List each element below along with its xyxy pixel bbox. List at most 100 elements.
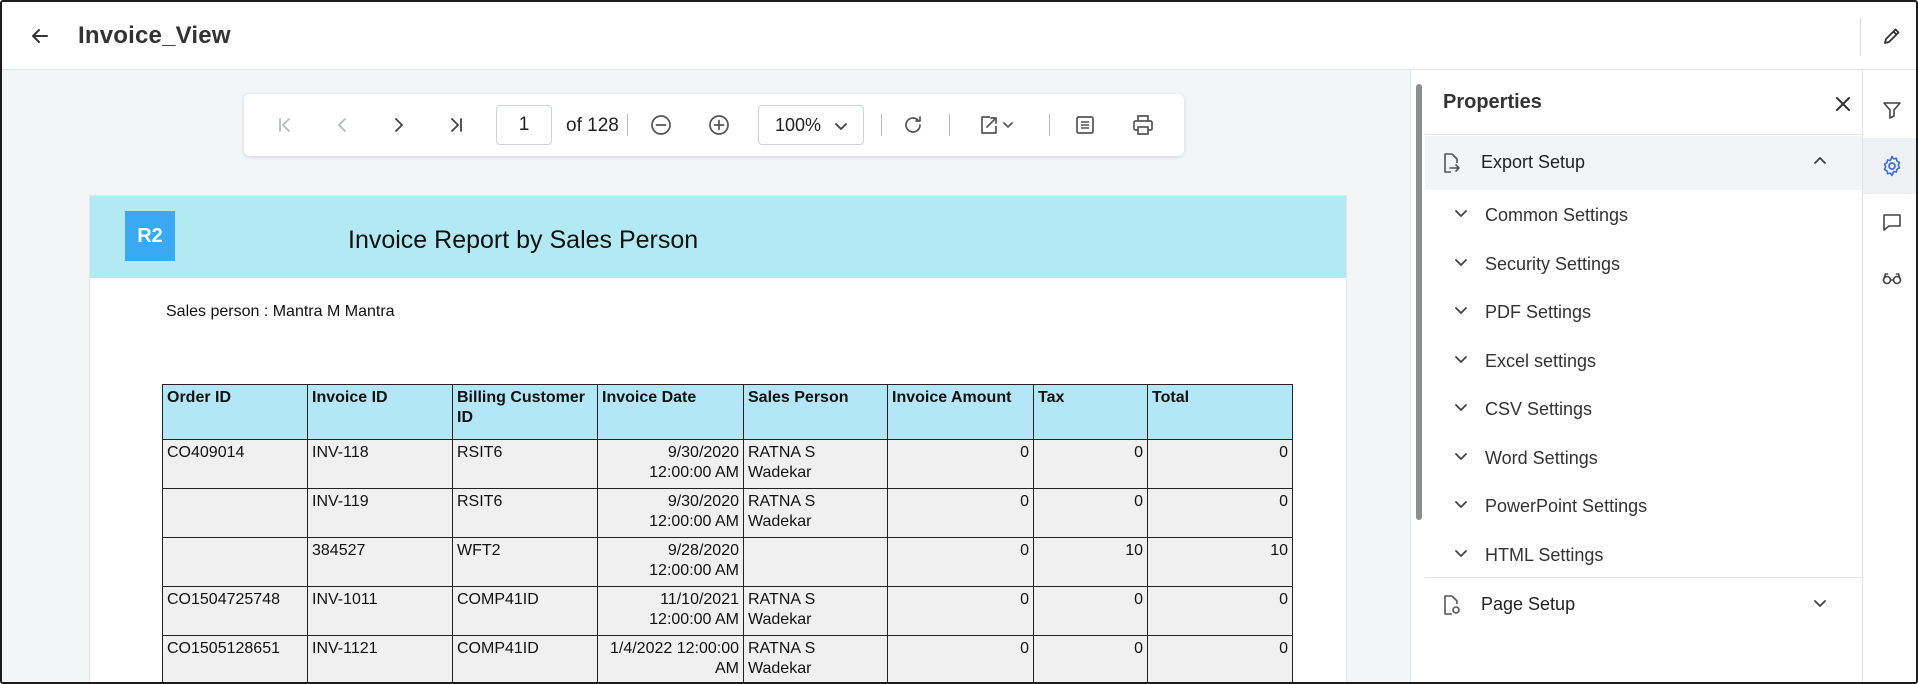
header-divider: [1860, 18, 1861, 56]
invoice-amount-cell: 0: [887, 586, 1034, 636]
invoice-table: Order ID Invoice ID Billing Customer ID …: [162, 384, 1293, 682]
filter-icon: [1883, 102, 1901, 119]
toolbar-separator: [949, 114, 950, 136]
zoom-in-icon: [709, 115, 729, 135]
invoice-id-cell: INV-1121: [307, 635, 453, 682]
page-total-label: of 128: [566, 115, 619, 136]
chevron-down-icon: [1003, 122, 1013, 128]
total-cell: 0: [1147, 586, 1293, 636]
panel-divider: [1425, 134, 1863, 135]
report-logo: R2: [125, 211, 175, 261]
customer-id-cell: COMP41ID: [452, 635, 598, 682]
chevron-down-icon: [1455, 501, 1467, 508]
page-number-input[interactable]: [496, 105, 552, 145]
chevron-down-icon: [1455, 307, 1467, 314]
back-button[interactable]: [26, 22, 54, 50]
chevron-up-icon: [1814, 157, 1826, 164]
tax-cell: 0: [1033, 635, 1148, 682]
setting-label: Excel settings: [1485, 351, 1597, 371]
security-settings-item[interactable]: Security Settings: [1425, 242, 1863, 286]
table-row: CO409014 INV-118 RSIT6 9/30/2020 12:00:0…: [162, 439, 1293, 489]
chevron-down-icon: [1455, 404, 1467, 411]
export-dropdown-button[interactable]: [972, 110, 1020, 140]
common-settings-item[interactable]: Common Settings: [1425, 193, 1863, 237]
chevron-down-icon: [1455, 210, 1467, 217]
zoom-out-button[interactable]: [646, 110, 676, 140]
setting-label: Security Settings: [1485, 254, 1621, 274]
last-page-icon: [451, 118, 462, 132]
prev-page-button[interactable]: [327, 110, 357, 140]
word-settings-item[interactable]: Word Settings: [1425, 436, 1863, 480]
filter-button[interactable]: [1863, 82, 1916, 138]
customer-id-cell: COMP41ID: [452, 586, 598, 636]
invoice-date-cell: 1/4/2022 12:00:00 AM: [597, 635, 744, 682]
zoom-in-button[interactable]: [704, 110, 734, 140]
app-header: Invoice_View: [2, 2, 1916, 70]
customer-id-cell: RSIT6: [452, 488, 598, 538]
gear-icon: [1883, 155, 1901, 177]
setting-label: Word Settings: [1485, 448, 1598, 468]
total-cell: 0: [1147, 439, 1293, 489]
tax-cell: 0: [1033, 586, 1148, 636]
toolbar-separator: [881, 114, 882, 136]
page-title: Invoice_View: [78, 22, 231, 49]
invoice-id-cell: INV-1011: [307, 586, 453, 636]
page-setup-label: Page Setup: [1481, 594, 1576, 614]
customer-id-cell: RSIT6: [452, 439, 598, 489]
zoom-select[interactable]: 100%: [758, 105, 864, 145]
sales-person-cell: RATNA S Wadekar: [743, 586, 888, 636]
first-page-button[interactable]: [270, 110, 300, 140]
order-id-cell: CO409014: [162, 439, 308, 489]
print-icon: [1133, 115, 1153, 135]
tax-cell: 10: [1033, 537, 1148, 587]
csv-settings-item[interactable]: CSV Settings: [1425, 387, 1863, 431]
sales-person-cell: [743, 537, 888, 587]
chevron-down-icon: [1455, 453, 1467, 460]
comments-button[interactable]: [1863, 194, 1916, 250]
setting-label: Common Settings: [1485, 205, 1629, 225]
chevron-down-icon: [1455, 356, 1467, 363]
print-button[interactable]: [1128, 110, 1158, 140]
column-header: Order ID: [162, 384, 308, 440]
customer-id-cell: WFT2: [452, 537, 598, 587]
refresh-button[interactable]: [898, 110, 928, 140]
invoice-date-cell: 9/30/2020 12:00:00 AM: [597, 439, 744, 489]
chevron-down-icon: [835, 123, 847, 130]
pdf-settings-item[interactable]: PDF Settings: [1425, 290, 1863, 334]
preview-button[interactable]: [1863, 250, 1916, 306]
column-header: Tax: [1033, 384, 1148, 440]
edit-button[interactable]: [1878, 22, 1906, 50]
glasses-icon: [1882, 273, 1902, 285]
invoice-amount-cell: 0: [887, 488, 1034, 538]
column-header: Total: [1147, 384, 1293, 440]
document-view-button[interactable]: [1070, 110, 1100, 140]
report-page: R2 Invoice Report by Sales Person Sales …: [90, 196, 1346, 682]
tax-cell: 0: [1033, 439, 1148, 489]
close-panel-button[interactable]: [1829, 90, 1857, 118]
toolbar-separator: [627, 114, 628, 136]
panel-scrollbar[interactable]: [1416, 84, 1422, 520]
page-setup-section[interactable]: Page Setup: [1425, 578, 1863, 632]
invoice-date-cell: 9/28/2020 12:00:00 AM: [597, 537, 744, 587]
export-setup-section[interactable]: Export Setup: [1425, 136, 1863, 190]
zoom-value: 100%: [775, 114, 822, 135]
excel-settings-item[interactable]: Excel settings: [1425, 339, 1863, 383]
table-row: CO1505128651 INV-1121 COMP41ID 1/4/2022 …: [162, 635, 1293, 682]
column-header: Invoice Date: [597, 384, 744, 440]
powerpoint-settings-item[interactable]: PowerPoint Settings: [1425, 484, 1863, 528]
order-id-cell: [162, 488, 308, 538]
last-page-button[interactable]: [441, 110, 471, 140]
table-row: 384527 WFT2 9/28/2020 12:00:00 AM 0 10 1…: [162, 537, 1293, 587]
tax-cell: 0: [1033, 488, 1148, 538]
html-settings-item[interactable]: HTML Settings: [1425, 533, 1863, 577]
invoice-id-cell: INV-119: [307, 488, 453, 538]
next-page-button[interactable]: [384, 110, 414, 140]
report-title: Invoice Report by Sales Person: [348, 226, 699, 254]
right-tool-rail: [1862, 70, 1916, 682]
total-cell: 0: [1147, 488, 1293, 538]
invoice-date-cell: 11/10/2021 12:00:00 AM: [597, 586, 744, 636]
invoice-amount-cell: 0: [887, 537, 1034, 587]
pencil-icon: [1884, 28, 1900, 44]
invoice-date-cell: 9/30/2020 12:00:00 AM: [597, 488, 744, 538]
settings-button[interactable]: [1863, 138, 1916, 194]
